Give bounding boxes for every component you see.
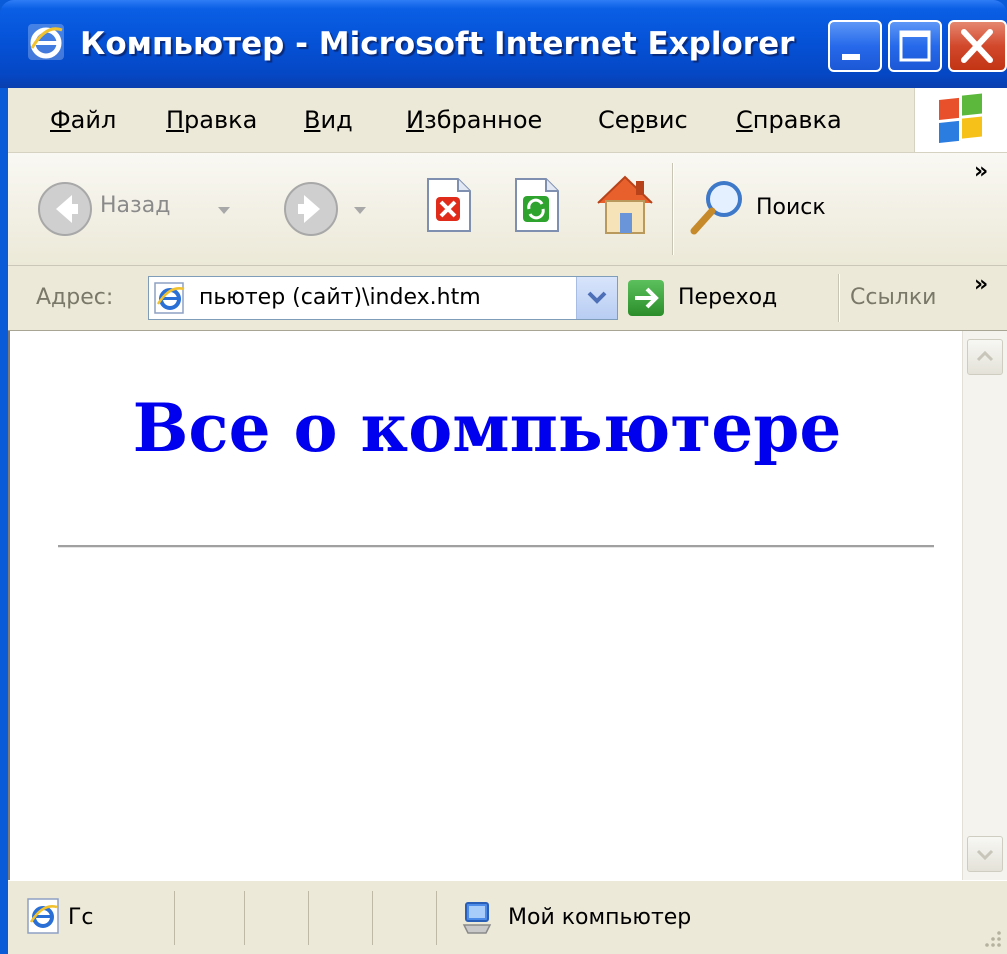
menu-edit-accel: П [166, 106, 185, 134]
menu-file-accel: Ф [50, 106, 71, 134]
refresh-button[interactable] [508, 175, 568, 239]
menu-help-accel: С [736, 106, 753, 134]
chevron-down-icon [976, 849, 994, 861]
stop-button[interactable] [420, 175, 480, 239]
status-cell [244, 891, 309, 945]
browser-window: Компьютер - Microsoft Internet Explorer … [0, 0, 1007, 954]
page-heading: Все о компьютере [132, 389, 842, 467]
resize-grip-icon[interactable] [979, 927, 1003, 951]
security-zone-label: Мой компьютер [508, 905, 692, 930]
scroll-down-button[interactable] [967, 836, 1003, 872]
menu-favorites-label: збранное [423, 106, 543, 134]
back-dropdown-icon [218, 207, 230, 214]
forward-arrow-icon [284, 182, 338, 236]
links-more-chevron[interactable]: » [974, 272, 988, 297]
address-label: Адрес: [36, 285, 114, 310]
status-bar: Гс Мой компьютер [8, 880, 1007, 954]
menu-edit-label: равка [184, 106, 258, 134]
page-ie-icon [154, 282, 185, 314]
search-button[interactable]: Поиск [686, 175, 856, 239]
ie-logo-icon [28, 24, 64, 60]
page-content: Все о компьютере [8, 331, 962, 880]
back-arrow-icon [38, 182, 92, 236]
search-magnifier-icon [690, 181, 742, 235]
stop-page-icon [427, 178, 471, 232]
windows-flag-icon [939, 93, 982, 143]
menu-file-label: айл [70, 106, 117, 134]
forward-dropdown-icon [354, 207, 366, 214]
go-button-label[interactable]: Переход [678, 266, 777, 330]
address-dropdown-button[interactable] [576, 277, 617, 319]
address-combobox[interactable]: пьютер (сайт)\index.htm [148, 276, 618, 320]
window-title: Компьютер - Microsoft Internet Explorer [80, 26, 795, 62]
forward-button[interactable] [282, 177, 382, 241]
close-button[interactable] [948, 20, 1007, 72]
go-arrow-icon[interactable] [628, 280, 664, 316]
horizontal-rule [58, 545, 934, 548]
status-cell [372, 891, 437, 945]
status-cell [308, 891, 373, 945]
vertical-scrollbar[interactable] [962, 331, 1007, 880]
home-icon [597, 175, 653, 234]
address-input[interactable]: пьютер (сайт)\index.htm [199, 277, 481, 319]
status-text: Гс [68, 905, 94, 930]
title-bar[interactable]: Компьютер - Microsoft Internet Explorer [0, 0, 1007, 88]
back-button[interactable]: Назад [36, 177, 236, 241]
menu-file[interactable]: Файл [50, 88, 116, 152]
back-label: Назад [100, 193, 171, 218]
status-cell [112, 891, 175, 945]
maximize-button[interactable] [888, 20, 942, 72]
menu-tools-label: вис [644, 106, 688, 134]
menu-view[interactable]: Вид [304, 88, 353, 152]
links-button[interactable]: Ссылки [850, 266, 936, 330]
toolbar-more-chevron[interactable]: » [974, 159, 988, 184]
scroll-up-button[interactable] [967, 339, 1003, 375]
menu-bar: Файл Правка Вид Избранное Сервис Справка [8, 88, 1007, 153]
home-button[interactable] [590, 169, 660, 241]
menu-help-label: правка [752, 106, 842, 134]
status-cell [174, 891, 245, 945]
standard-toolbar: Назад Поиск » [8, 153, 1007, 266]
links-separator [838, 274, 840, 322]
menu-favorites[interactable]: Избранное [406, 88, 542, 152]
menu-view-label: ид [320, 106, 353, 134]
menu-favorites-accel: И [406, 106, 424, 134]
close-icon [961, 29, 993, 63]
go-arrow-glyph [635, 287, 659, 309]
chevron-up-icon [976, 350, 994, 362]
menu-tools-accel: р [629, 106, 645, 134]
minimize-button[interactable] [828, 20, 882, 72]
menu-help[interactable]: Справка [736, 88, 842, 152]
menu-view-accel: В [304, 106, 321, 134]
menu-tools[interactable]: Сервис [598, 88, 688, 152]
menu-tools-prefix: Се [598, 106, 630, 134]
address-bar: Адрес: пьютер (сайт)\index.htm Переход С… [8, 266, 1007, 331]
chevron-down-icon [587, 291, 607, 304]
search-label: Поиск [756, 195, 826, 220]
minimize-icon [842, 54, 860, 60]
page-status-icon [27, 898, 59, 934]
refresh-page-icon [515, 178, 559, 232]
maximize-icon [899, 30, 931, 62]
windows-logo-panel [914, 88, 1007, 152]
toolbar-separator [672, 163, 674, 255]
menu-edit[interactable]: Правка [166, 88, 257, 152]
my-computer-icon [462, 902, 492, 934]
